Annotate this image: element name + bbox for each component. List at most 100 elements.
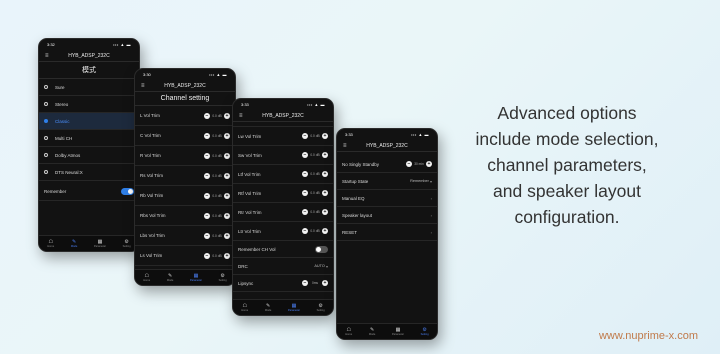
tab-bar: ☖ Home ✎ Mode ▦ Parameter ⚙ Setting	[337, 323, 437, 339]
vol-trim-value: 0.0 dB	[212, 253, 222, 258]
menu-icon[interactable]: ≡	[45, 53, 57, 59]
tab-setting[interactable]: ⚙ Setting	[219, 273, 227, 282]
device-title: HYB_ADSP_232C	[68, 52, 110, 59]
startup-row[interactable]: Startup State Remember ▾	[337, 173, 437, 190]
reset-row[interactable]: RESET ›	[337, 224, 437, 241]
radio-icon	[44, 136, 48, 140]
vol-trim-row: Lbs Vol Trim −0.0 dB +	[135, 226, 235, 246]
vol-trim-row: Ltf Vol Trim −0.0 dB +	[233, 165, 333, 184]
vol-trim-row: R Vol Trim −0.0 dB +	[135, 146, 235, 166]
vol-trim-value: 0.0 dB	[212, 153, 222, 158]
plus-button[interactable]: +	[322, 171, 328, 177]
tab-mode[interactable]: ✎ Mode	[71, 239, 78, 248]
drc-row[interactable]: DRC AUTO ▾	[233, 258, 333, 275]
tab-bar: ☖ Home ✎ Mode ▦ Parameter ⚙ Setting	[233, 299, 333, 315]
vol-trim-row: L Vol Trim −0.0 dB +	[135, 106, 235, 126]
vol-trim-value: 0.0 dB	[310, 229, 320, 233]
drc-label: DRC	[238, 263, 248, 269]
vol-trim-value: 0.0 dB	[212, 113, 222, 118]
caption-text: Advanced options include mode selection,…	[432, 100, 702, 230]
speaker-layout-label: Speaker layout	[342, 212, 373, 218]
status-signal-icon: ••• ▲ ▬	[113, 42, 131, 47]
device-title: HYB_ADSP_232C	[262, 112, 304, 119]
vol-trim-value: 0.0 dB	[212, 233, 222, 238]
mode-option[interactable]: Sure	[39, 79, 139, 96]
mode-option-label: DTS Neural:X	[55, 169, 83, 175]
tab-home[interactable]: ☖ Home	[241, 303, 248, 312]
tab-mode[interactable]: ✎ Mode	[369, 327, 376, 336]
vol-trim-label: Lbs Vol Trim	[140, 233, 165, 238]
chevron-down-icon: ▾	[324, 263, 328, 269]
tab-home[interactable]: ☖ Home	[345, 327, 352, 336]
mode-option[interactable]: Stereo	[39, 96, 139, 113]
remember-row: Remember	[39, 183, 139, 201]
radio-icon	[44, 102, 48, 106]
menu-icon[interactable]: ≡	[141, 83, 153, 89]
plus-button[interactable]: +	[322, 280, 328, 286]
plus-button[interactable]: +	[322, 190, 328, 196]
remember-toggle[interactable]	[121, 188, 134, 195]
tab-home[interactable]: ☖ Home	[47, 239, 54, 248]
vol-trim-value: 0.0 dB	[310, 172, 320, 176]
menu-icon[interactable]: ≡	[343, 143, 355, 149]
plus-button[interactable]: +	[322, 133, 328, 139]
mode-option[interactable]: Dolby Atmos	[39, 147, 139, 164]
plus-button[interactable]: +	[322, 228, 328, 234]
tab-setting[interactable]: ⚙ Setting	[317, 303, 325, 312]
plus-button[interactable]: +	[224, 172, 230, 179]
tab-bar: ☖ Home ✎ Mode ▦ Parameter ⚙ Setting	[135, 269, 235, 285]
device-title: HYB_ADSP_232C	[164, 82, 206, 89]
mode-option[interactable]: Classic	[39, 113, 139, 130]
mode-option[interactable]: DTS Neural:X	[39, 164, 139, 181]
status-signal-icon: ••• ▲ ▬	[307, 102, 325, 107]
tab-bar: ☖ Home ✎ Mode ▦ Parameter ⚙ Setting	[39, 235, 139, 251]
vol-trim-value: 0.0 dB	[310, 191, 320, 195]
plus-button[interactable]: +	[322, 209, 328, 215]
standby-value: 30 min	[414, 162, 424, 166]
tab-parameter[interactable]: ▦ Parameter	[190, 273, 202, 282]
reset-label: RESET	[342, 229, 358, 235]
remember-ch-vol-toggle[interactable]	[315, 245, 328, 253]
mode-option[interactable]: Multi CH	[39, 130, 139, 147]
speaker-layout-row[interactable]: Speaker layout ›	[337, 207, 437, 224]
radio-icon	[44, 119, 48, 123]
vol-trim-label: Ls Vol Trim	[140, 253, 163, 258]
tab-setting[interactable]: ⚙ Setting	[123, 239, 131, 248]
tab-mode[interactable]: ✎ Mode	[167, 273, 174, 282]
plus-button[interactable]: +	[224, 232, 230, 239]
tab-parameter[interactable]: ▦ Parameter	[94, 239, 106, 248]
mode-option-label: Sure	[55, 84, 65, 90]
tab-parameter[interactable]: ▦ Parameter	[392, 327, 404, 336]
caption-line: include mode selection,	[475, 129, 659, 149]
standby-label: No Singly Standby	[342, 161, 380, 167]
vol-trim-value: 0.0 dB	[310, 210, 320, 214]
website-url: www.nuprime-x.com	[598, 330, 698, 342]
vol-trim-label: R Vol Trim	[140, 153, 161, 158]
plus-button[interactable]: +	[224, 112, 230, 119]
vol-trim-value: 0.0 dB	[212, 213, 222, 218]
vol-trim-row: Rs Vol Trim −0.0 dB +	[135, 166, 235, 186]
menu-icon[interactable]: ≡	[239, 113, 251, 119]
vol-trim-label: Rb Vol Trim	[140, 193, 164, 198]
mode-option-label: Multi CH	[55, 135, 73, 141]
plus-button[interactable]: +	[224, 192, 230, 199]
tab-parameter[interactable]: ▦ Parameter	[288, 303, 300, 312]
phone-channel-screen: 3:30 ••• ▲ ▬ ≡ HYB_ADSP_232C Channel setti…	[134, 68, 236, 286]
plus-button[interactable]: +	[224, 132, 230, 139]
standby-row: No Singly Standby − 30 min +	[337, 156, 437, 173]
plus-button[interactable]: +	[224, 212, 230, 219]
manual-eq-row[interactable]: Manual EQ ›	[337, 190, 437, 207]
vol-trim-label: Ltf Vol Trim	[238, 171, 261, 177]
tab-mode[interactable]: ✎ Mode	[265, 303, 272, 312]
plus-button[interactable]: +	[224, 252, 230, 259]
remember-ch-vol-row: Remember CH Vol	[233, 241, 333, 258]
tab-home[interactable]: ☖ Home	[143, 273, 150, 282]
vol-trim-row: Rtr Vol Trim −0.0 dB +	[233, 203, 333, 222]
plus-button[interactable]: +	[224, 152, 230, 159]
radio-icon	[44, 153, 48, 157]
drc-value: AUTO	[314, 264, 325, 268]
tab-setting[interactable]: ⚙ Setting	[421, 327, 429, 336]
vol-trim-row: Ltr Vol Trim −0.0 dB +	[233, 222, 333, 241]
chevron-right-icon: ›	[430, 229, 432, 235]
plus-button[interactable]: +	[322, 152, 328, 158]
